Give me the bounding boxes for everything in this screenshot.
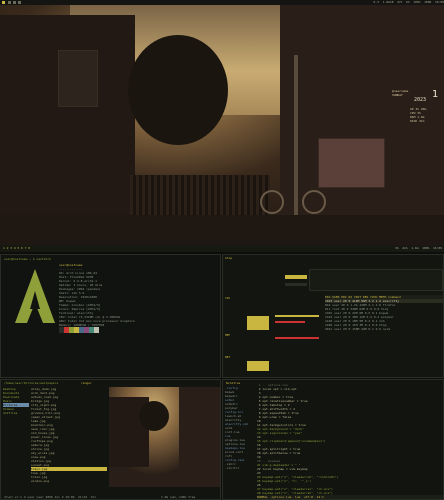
filemanager-path: /home/user/Pictures/wallpapers — [4, 381, 59, 385]
tree — [128, 35, 228, 145]
filemanager-status: drwxr-xr-x 2 user user 4096 Jul 2 16:09 … — [4, 495, 97, 499]
workspace-icon-1[interactable] — [8, 1, 11, 4]
color-palette — [59, 327, 99, 333]
widget-line: DISK 41% — [410, 119, 425, 123]
mem-label: MEM — [225, 333, 231, 337]
palette-swatch — [94, 327, 99, 333]
filemanager-tab[interactable]: ranger — [81, 381, 92, 385]
code-pane: 1 -- options.lua 2 local opt = vim.opt 3… — [257, 383, 443, 495]
editor-status: NORMAL options.lua lua utf-8 14:1 — [257, 495, 443, 499]
workspace-list[interactable]: 1 2 3 4 5 6 7 8 — [3, 246, 30, 250]
meter-3 — [275, 337, 319, 339]
meter-1 — [275, 315, 319, 317]
filemanager-window[interactable]: ranger /home/user/Pictures/wallpapers De… — [0, 379, 221, 500]
file-list: alley_dusk.jpg arch_dark.png autumn_road.j… — [31, 387, 107, 483]
workspace-icon-3[interactable] — [18, 1, 21, 4]
widget-lines: UP 3h 20m CPU 3% RAM 1.6G DISK 41% — [410, 107, 442, 123]
cpu-graph — [247, 316, 269, 330]
top-status: 0.3 1.6GiB 47C 6% 100% 1000 16:09 — [373, 0, 444, 4]
tree-title: NvimTree — [226, 381, 241, 385]
preview-tree — [139, 401, 169, 431]
meter-2 — [275, 321, 305, 323]
editor-window[interactable]: NvimTree .config bspwm bspwmrc sxhkd sxhkdrc… — [222, 379, 444, 500]
tree-item: .xinitrc — [225, 466, 240, 470]
desktop-wallpaper: @username SUNDAY 2023 1 UP 3h 20m CPU 3% R… — [0, 5, 444, 245]
monitor-title: htop — [225, 256, 233, 260]
lamp-pole — [294, 55, 298, 215]
notice-board — [318, 138, 385, 188]
terminal-window[interactable]: user@hostname ~ $ neofetch user@hostname… — [0, 254, 221, 378]
street — [0, 215, 444, 245]
house-left — [0, 15, 135, 215]
neofetch-info: user@hostname ------------- OS: Arch Linux… — [59, 263, 219, 327]
mem-graph — [247, 361, 269, 371]
sidebar-item: dotfiles — [3, 411, 18, 415]
file-preview — [109, 387, 220, 487]
disk-table — [309, 269, 443, 291]
bicycle — [260, 190, 284, 214]
net-label: NET — [225, 355, 231, 359]
workspace-icon-2[interactable] — [13, 1, 16, 4]
bicycle — [302, 190, 326, 214]
second-bar: 1 2 3 4 5 6 7 8 3% 41% 1.6G 100% 16:09 — [0, 245, 444, 252]
arch-logo-icon — [15, 269, 55, 323]
widget-year: 2023 — [414, 97, 427, 103]
filemanager-free: 1.6G sum, 140G free — [161, 495, 196, 499]
clock-widget: @username SUNDAY 2023 1 UP 3h 20m CPU 3% R… — [392, 89, 442, 161]
house-left-window — [58, 50, 98, 107]
widget-date: 1 — [432, 89, 439, 100]
monitor-window[interactable]: htop CPU MEM NET PID USER PRI NI VIRT RE… — [222, 254, 444, 378]
net-gauge — [285, 283, 307, 286]
process-table: PID USER PRI NI VIRT RES CPU% MEM% Comma… — [325, 295, 443, 377]
cpu-label: CPU — [225, 296, 231, 300]
cpu-gauge — [285, 275, 307, 279]
file-item[interactable]: window.png — [31, 479, 107, 483]
terminal-prompt: user@hostname ~ $ neofetch — [4, 257, 51, 261]
arch-icon[interactable] — [2, 1, 5, 4]
fence — [130, 175, 270, 220]
process-row: 2011 user 20 0 150M 44M 0.1 0.6 nvim — [325, 327, 391, 331]
second-status: 3% 41% 1.6G 100% 16:09 — [395, 246, 442, 250]
preview-house-right — [179, 387, 220, 467]
filemanager-sidebar: Desktop Documents Downloads Music Pictures Vi… — [3, 387, 29, 415]
file-tree: .config bspwm bspwmrc sxhkd sxhkdrc polybar co… — [225, 386, 255, 470]
